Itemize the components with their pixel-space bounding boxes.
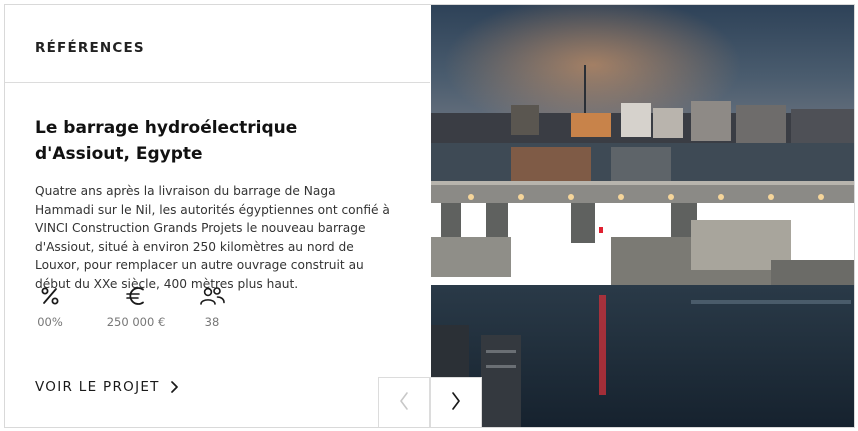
stat-budget: 250 000 € (99, 285, 173, 329)
project-description: Quatre ans après la livraison du barrage… (35, 184, 390, 291)
stat-budget-value: 250 000 € (106, 315, 166, 329)
reference-card: RÉFÉRENCES Le barrage hydroélectrique d'… (4, 4, 855, 428)
stat-progress-value: 00% (37, 315, 63, 329)
percent-icon (29, 285, 71, 307)
chevron-left-icon (398, 391, 410, 415)
carousel-next-button[interactable] (430, 377, 482, 427)
view-project-label: VOIR LE PROJET (35, 379, 160, 395)
chevron-right-icon (170, 380, 179, 394)
stat-people-value: 38 (204, 315, 220, 329)
carousel-prev-button[interactable] (378, 377, 430, 427)
view-project-link[interactable]: VOIR LE PROJET (35, 379, 179, 395)
project-title: Le barrage hydroélectrique d'Assiout, Eg… (35, 118, 298, 164)
project-photo (431, 5, 854, 427)
euro-icon (99, 285, 173, 307)
section-header: RÉFÉRENCES (5, 5, 430, 83)
stat-progress: 00% (29, 285, 71, 329)
section-label: RÉFÉRENCES (35, 40, 145, 56)
chevron-right-icon (450, 391, 462, 415)
content-panel: RÉFÉRENCES Le barrage hydroélectrique d'… (5, 5, 430, 427)
stat-people: 38 (189, 285, 235, 329)
people-icon (189, 285, 235, 307)
